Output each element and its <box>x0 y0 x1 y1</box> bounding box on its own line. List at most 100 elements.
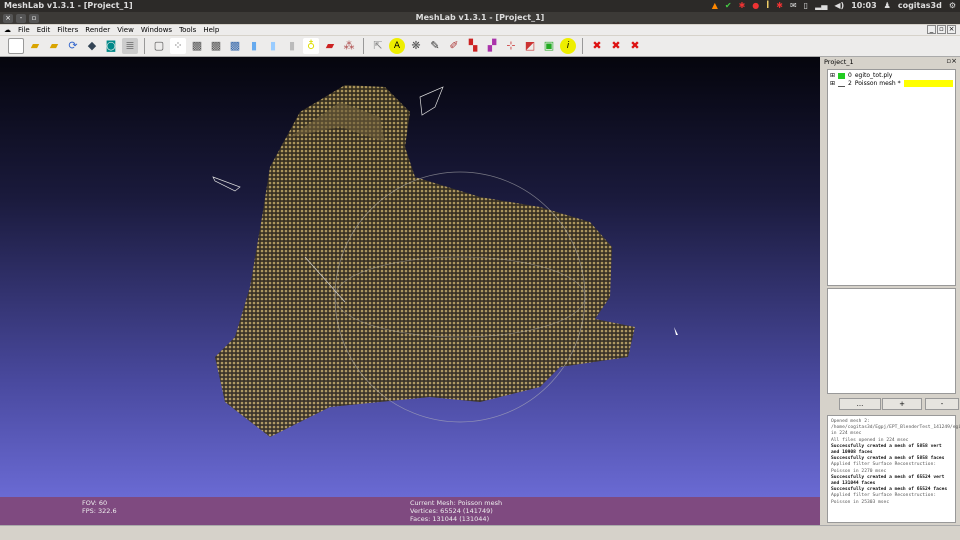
expand-icon[interactable]: ⊞ <box>830 80 835 87</box>
key-icon[interactable]: ꟾ <box>766 1 769 10</box>
light-icon[interactable]: ♁ <box>303 38 319 54</box>
expand-icon[interactable]: ⊞ <box>830 72 835 79</box>
toolbar-separator <box>582 38 583 54</box>
mesh-render <box>212 85 678 437</box>
log-line: Applied filter Surface Reconstruction: P… <box>831 462 937 474</box>
backface-icon[interactable]: ▰ <box>322 38 338 54</box>
info-icon[interactable]: i <box>560 38 576 54</box>
update-icon[interactable]: ✔ <box>725 1 732 10</box>
app-icon: ☁ <box>4 26 11 34</box>
volume-icon[interactable]: ◀) <box>834 1 844 10</box>
fov-label: FOV: 60 <box>82 499 108 507</box>
reload-icon[interactable]: ⟳ <box>65 38 81 54</box>
bug-icon[interactable]: ✱ <box>739 1 746 10</box>
annotate-icon[interactable]: A <box>389 38 405 54</box>
delete-selection-icon[interactable]: ✖ <box>627 38 643 54</box>
select-icon[interactable]: ⇱ <box>370 38 386 54</box>
snapshot-icon[interactable]: ◙ <box>103 38 119 54</box>
menu-filters[interactable]: Filters <box>57 26 78 34</box>
active-app-name: MeshLab v1.3.1 - [Project_1] <box>4 1 133 10</box>
mail-icon[interactable]: ✉ <box>790 1 797 10</box>
network-icon[interactable]: ▂▄ <box>815 1 827 10</box>
menu-help[interactable]: Help <box>203 26 219 34</box>
layer-name: egito_tot.ply <box>854 72 893 79</box>
log-line: Applied filter Surface Reconstruction: P… <box>831 493 937 505</box>
double-side-icon[interactable]: ⁂ <box>341 38 357 54</box>
sphinx-mesh <box>215 85 635 437</box>
measure-icon[interactable]: ✎ <box>427 38 443 54</box>
layer-item[interactable]: ⊞ 2 Poisson mesh * <box>828 79 955 88</box>
eye-visible-icon[interactable] <box>838 72 846 79</box>
save-icon[interactable]: ◆ <box>84 38 100 54</box>
bug-icon[interactable]: ✱ <box>776 1 783 10</box>
layer-options-button[interactable]: ... <box>839 398 881 410</box>
select-vertices-icon[interactable]: ⊹ <box>503 38 519 54</box>
layers-icon[interactable]: ≣ <box>122 38 138 54</box>
vlc-icon[interactable]: ▲ <box>712 1 718 10</box>
selected-highlight <box>903 80 953 87</box>
clock[interactable]: 10:03 <box>851 1 876 10</box>
toolbar-separator <box>144 38 145 54</box>
mdi-restore-button[interactable]: ▫ <box>937 25 946 34</box>
close-window-button[interactable]: × <box>3 14 13 23</box>
flat-lines-icon[interactable]: ▩ <box>227 38 243 54</box>
menu-windows[interactable]: Windows <box>141 26 172 34</box>
paint-icon[interactable]: ✐ <box>446 38 462 54</box>
user-name[interactable]: cogitas3d <box>898 1 942 10</box>
points-icon[interactable]: ⁘ <box>170 38 186 54</box>
decorator-panel <box>827 288 956 394</box>
light-plane <box>419 86 444 116</box>
minimize-window-button[interactable]: - <box>16 14 26 23</box>
log-window[interactable]: Opened mesh 2: /home/cogitas3d/Egpj/EPT_… <box>827 415 960 523</box>
layer-list: ⊞ 0 egito_tot.ply ⊞ 2 Poisson mesh * <box>827 69 956 286</box>
faces-label: Faces: 131044 (131044) <box>410 515 490 523</box>
menu-render[interactable]: Render <box>85 26 110 34</box>
open-project-icon[interactable]: ▰ <box>46 38 62 54</box>
fps-label: FPS: 322.6 <box>82 507 117 515</box>
delete-vertices-icon[interactable]: ✖ <box>608 38 624 54</box>
bbox-icon[interactable]: ▢ <box>151 38 167 54</box>
flat-icon[interactable]: ▮ <box>246 38 262 54</box>
user-icon: ♟ <box>883 1 891 10</box>
layer-id: 2 <box>848 80 852 87</box>
add-button[interactable]: + <box>882 398 922 410</box>
hidden-lines-icon[interactable]: ▩ <box>208 38 224 54</box>
open-icon[interactable]: ▰ <box>27 38 43 54</box>
menu-view[interactable]: View <box>117 26 134 34</box>
texture-icon[interactable]: ▮ <box>284 38 300 54</box>
log-line: Successfully created a mesh of 65524 ver… <box>831 474 945 487</box>
align-icon[interactable]: ❋ <box>408 38 424 54</box>
smooth-icon[interactable]: ▮ <box>265 38 281 54</box>
layer-dialog-title: Project_1 <box>824 58 854 66</box>
battery-icon[interactable]: ▯ <box>804 1 808 10</box>
layer-item[interactable]: ⊞ 0 egito_tot.ply <box>828 70 955 79</box>
remove-button[interactable]: - <box>925 398 959 410</box>
color-icon[interactable]: ▚ <box>465 38 481 54</box>
menu-bar: ☁ File Edit Filters Render View Windows … <box>0 25 960 35</box>
layer-dialog: Project_1 ▫× ⊞ 0 egito_tot.ply ⊞ 2 Poiss… <box>822 57 960 525</box>
delete-faces-icon[interactable]: ✖ <box>589 38 605 54</box>
gear-icon[interactable]: ⚙ <box>949 1 956 10</box>
menu-tools[interactable]: Tools <box>179 26 196 34</box>
new-icon[interactable] <box>8 38 24 54</box>
bug-icon[interactable]: ● <box>752 1 759 10</box>
wireframe-icon[interactable]: ▩ <box>189 38 205 54</box>
mdi-close-button[interactable]: × <box>947 25 956 34</box>
log-line: /home/cogitas3d/Egpj/EPT_BlenderTest_141… <box>831 425 960 437</box>
maximize-window-button[interactable]: ▫ <box>29 14 39 23</box>
vertices-label: Vertices: 65524 (141749) <box>410 507 493 515</box>
eye-visible-icon[interactable] <box>838 81 846 87</box>
quality-icon[interactable]: ◩ <box>522 38 538 54</box>
menu-file[interactable]: File <box>18 26 30 34</box>
mouse-cursor <box>674 327 678 335</box>
light-plane <box>212 176 241 192</box>
dock-float-close-icons[interactable]: ▫× <box>946 57 957 65</box>
menu-edit[interactable]: Edit <box>37 26 51 34</box>
mdi-minimize-button[interactable]: _ <box>927 25 936 34</box>
info-bar: FOV: 60 FPS: 322.6 Current Mesh: Poisson… <box>0 497 820 525</box>
window-title: MeshLab v1.3.1 - [Project_1] <box>0 12 960 24</box>
system-tray: ▲ ✔ ✱ ● ꟾ ✱ ✉ ▯ ▂▄ ◀) 10:03 ♟ cogitas3d … <box>712 1 956 10</box>
select-faces-icon[interactable]: ▞ <box>484 38 500 54</box>
raster-icon[interactable]: ▣ <box>541 38 557 54</box>
3d-viewport[interactable]: FOV: 60 FPS: 322.6 Current Mesh: Poisson… <box>0 57 820 525</box>
